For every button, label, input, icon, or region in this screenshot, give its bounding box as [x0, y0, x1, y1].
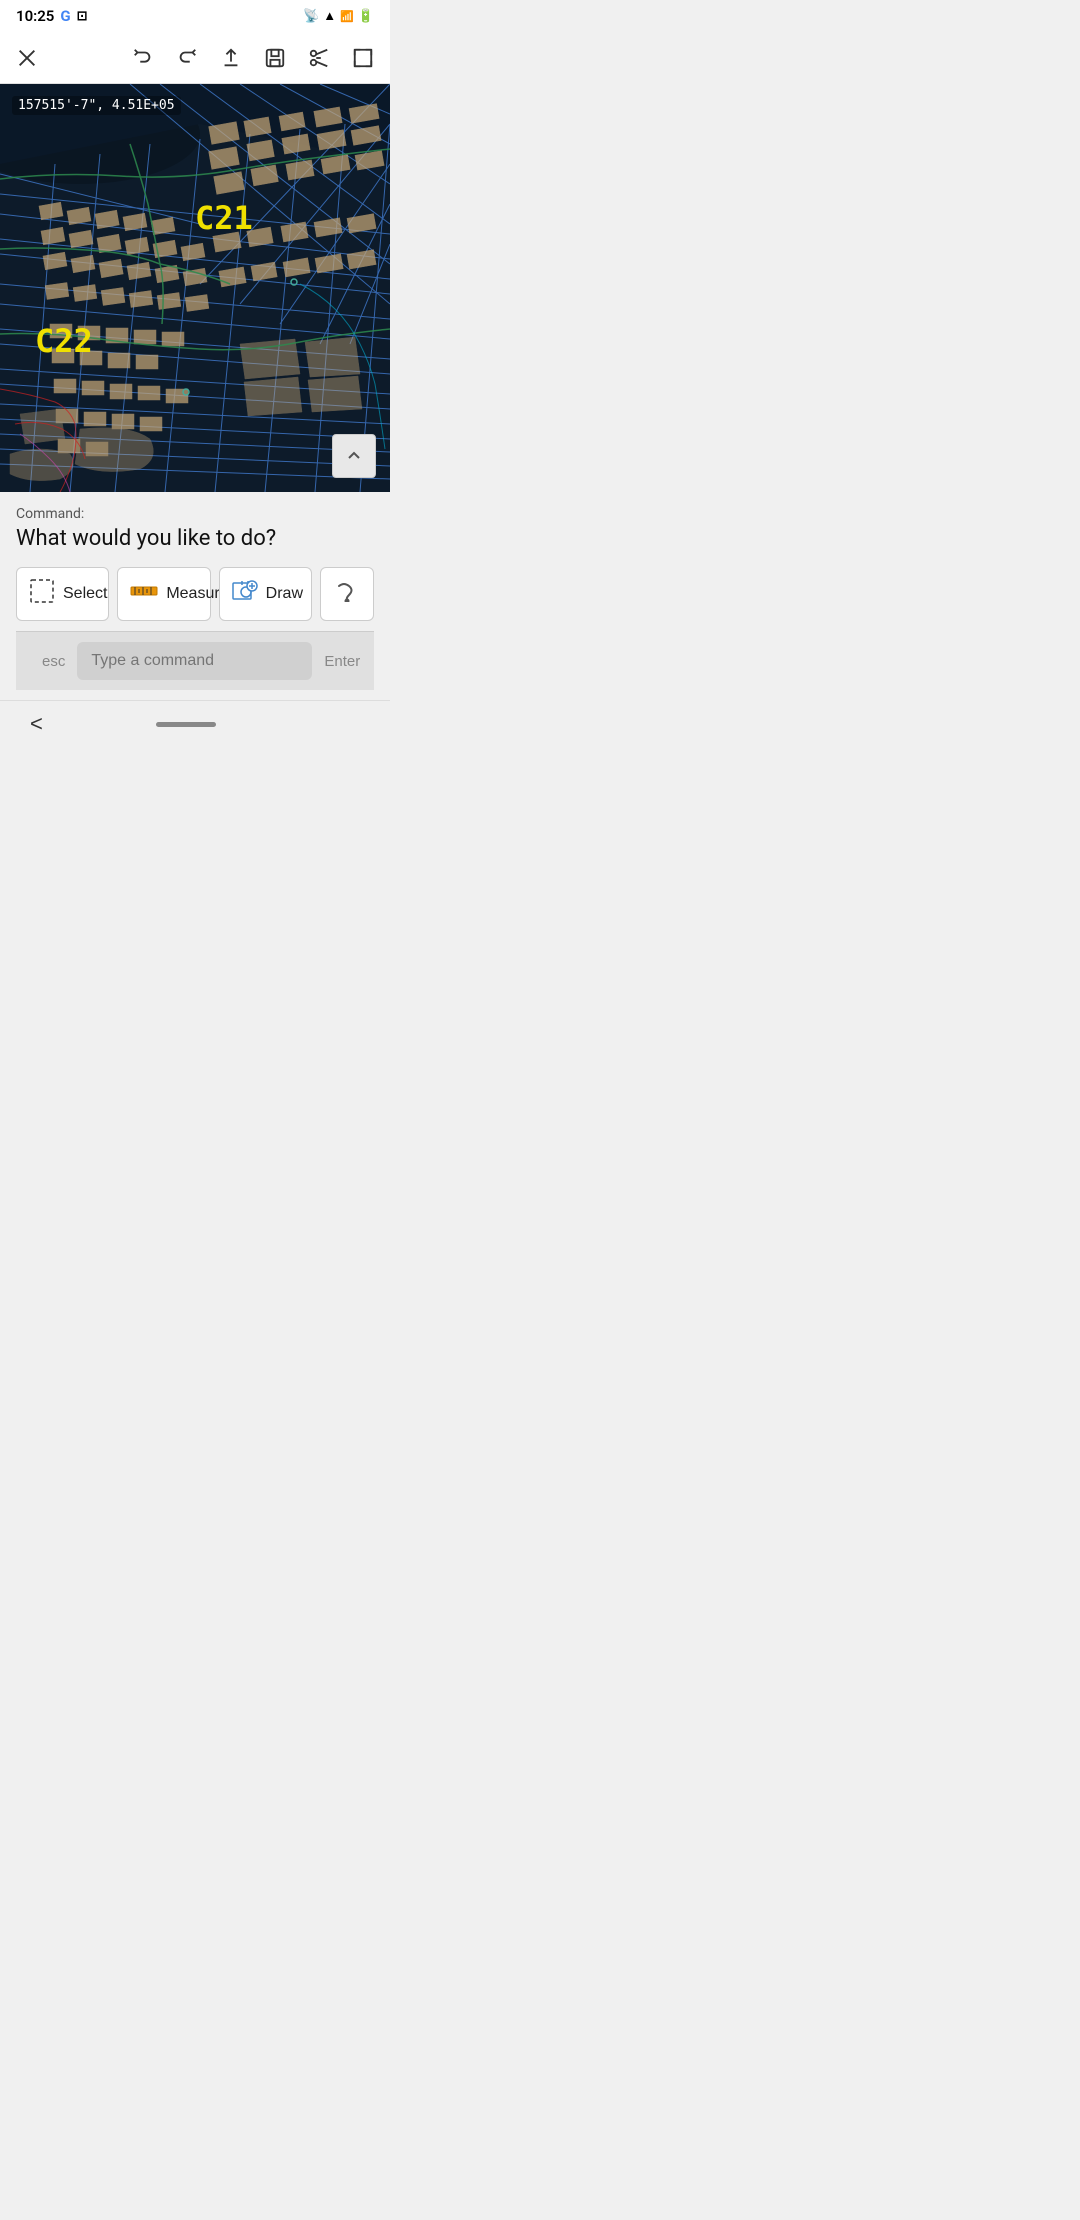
share-button[interactable]: [218, 45, 244, 71]
command-question: What would you like to do?: [16, 526, 374, 551]
draw-button[interactable]: Draw: [219, 567, 312, 621]
save-button[interactable]: [262, 45, 288, 71]
google-icon: G: [60, 7, 70, 25]
notification-icon: ⊡: [77, 9, 88, 24]
coordinates-display: 157515'-7", 4.51E+05: [12, 96, 181, 115]
command-input-row: esc Enter: [16, 631, 374, 690]
nav-bar: <: [0, 700, 390, 755]
status-bar: 10:25 G ⊡ 📡 ▲ 📶 🔋: [0, 0, 390, 32]
back-button[interactable]: <: [30, 711, 43, 737]
cad-map-svg: [0, 84, 390, 492]
status-time: 10:25 G ⊡: [16, 7, 88, 25]
esc-button[interactable]: esc: [30, 645, 77, 678]
close-button[interactable]: [14, 45, 40, 71]
measure-icon: [130, 581, 158, 607]
command-input[interactable]: [77, 642, 312, 680]
draw-icon: [232, 578, 258, 610]
draw-label: Draw: [266, 585, 303, 603]
collapse-panel-button[interactable]: [332, 434, 376, 478]
battery-icon: 🔋: [358, 9, 374, 24]
select-label: Select: [63, 585, 107, 603]
signal-icon: 📶: [340, 10, 354, 23]
cad-canvas[interactable]: 157515'-7", 4.51E+05 C21 C22: [0, 84, 390, 492]
home-indicator[interactable]: [156, 722, 216, 727]
action-buttons-row: Select Measure: [16, 567, 374, 621]
status-icons: 📡 ▲ 📶 🔋: [303, 8, 374, 24]
cast-icon: 📡: [303, 9, 319, 24]
cad-label-c22: C22: [35, 322, 93, 360]
time-display: 10:25: [16, 7, 54, 25]
undo-button[interactable]: [130, 45, 156, 71]
expand-button[interactable]: [350, 45, 376, 71]
select-icon: [29, 578, 55, 610]
scissors-button[interactable]: [306, 45, 332, 71]
measure-button[interactable]: Measure: [117, 567, 210, 621]
cad-label-c21: C21: [195, 199, 253, 237]
more-icon: [336, 580, 358, 608]
toolbar: [0, 32, 390, 84]
select-button[interactable]: Select: [16, 567, 109, 621]
command-panel: Command: What would you like to do? Sele…: [0, 492, 390, 700]
wifi-icon: ▲: [323, 8, 336, 24]
command-label: Command:: [16, 506, 374, 522]
more-button[interactable]: [320, 567, 374, 621]
enter-button[interactable]: Enter: [312, 645, 372, 678]
redo-button[interactable]: [174, 45, 200, 71]
